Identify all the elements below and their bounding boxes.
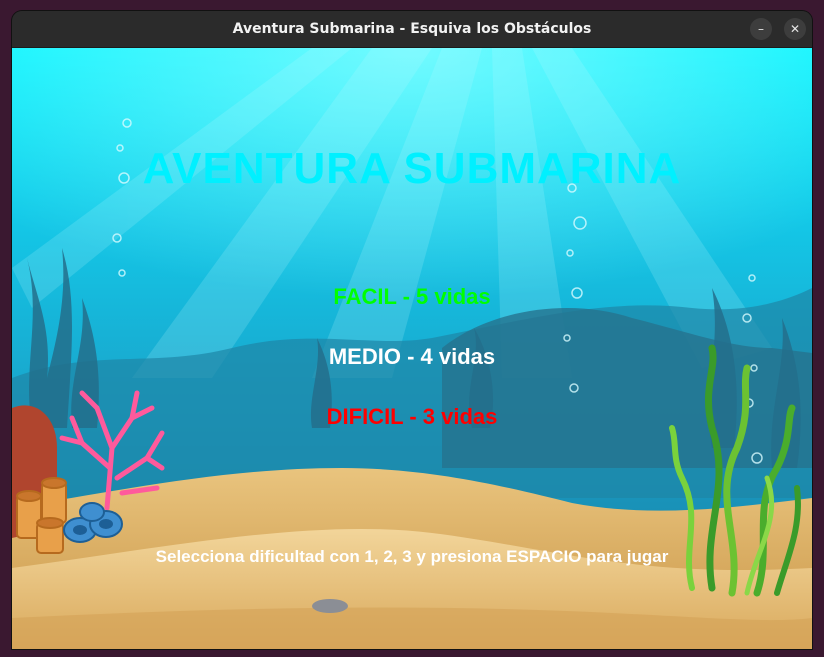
minimize-button[interactable]: – — [750, 18, 772, 40]
close-button[interactable]: ✕ — [784, 18, 806, 40]
window-title: Aventura Submarina - Esquiva los Obstácu… — [232, 21, 592, 37]
rock-icon — [312, 599, 348, 613]
game-window: Aventura Submarina - Esquiva los Obstácu… — [12, 11, 812, 649]
game-title: AVENTURA SUBMARINA — [142, 144, 682, 193]
difficulty-option-hard[interactable]: DIFICIL - 3 vidas — [12, 404, 812, 430]
difficulty-option-medium[interactable]: MEDIO - 4 vidas — [12, 344, 812, 370]
title-bar[interactable]: Aventura Submarina - Esquiva los Obstácu… — [12, 11, 812, 48]
instructions-text: Selecciona dificultad con 1, 2, 3 y pres… — [155, 547, 669, 566]
game-canvas[interactable]: AVENTURA SUBMARINA FACIL - 5 vidas MEDIO… — [12, 48, 812, 649]
difficulty-option-easy[interactable]: FACIL - 5 vidas — [12, 284, 812, 310]
